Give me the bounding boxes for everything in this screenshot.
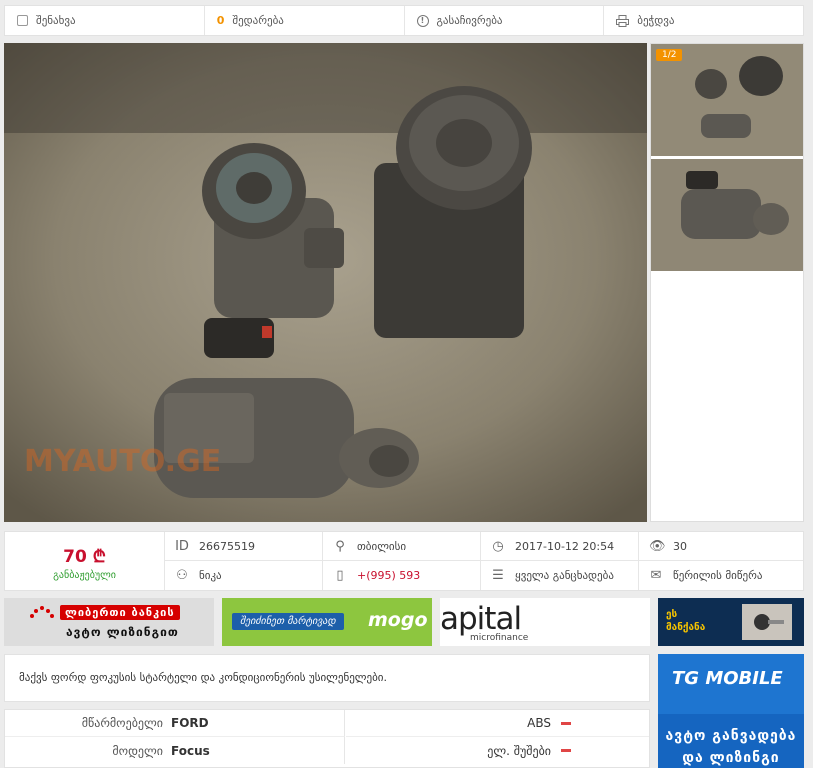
liberty-tag: ლიბერთი ბანკის	[60, 605, 180, 620]
thumbnail-2[interactable]	[651, 159, 803, 271]
post-date-value: 2017-10-12 20:54	[515, 539, 615, 553]
spec-manufacturer-value: FORD	[171, 716, 209, 730]
no-icon	[561, 721, 571, 725]
complain-label: გასაჩივრება	[436, 14, 503, 27]
compare-count: 0	[216, 14, 225, 27]
id-icon: ID	[175, 538, 189, 554]
save-checkbox[interactable]	[17, 15, 28, 26]
main-photo-image: MYAUTO.GE	[4, 43, 647, 522]
view-count: 👁 30	[639, 532, 803, 561]
spec-manufacturer: მწარმოებელი FORD	[5, 710, 345, 737]
send-message-link[interactable]: ✉ წერილის მიწერა	[639, 561, 803, 590]
spec-model-label: მოდელი	[112, 743, 163, 758]
all-listings-link[interactable]: ☰ ყველა განცხადება	[481, 561, 639, 590]
car-keys-icon	[742, 604, 792, 640]
print-label: ბეჭდვა	[637, 14, 675, 27]
seller: ⚇ ნიკა	[165, 561, 323, 590]
capital-banner[interactable]: apital microfinance	[440, 598, 650, 646]
main-photo[interactable]: MYAUTO.GE	[4, 43, 647, 522]
action-bar: შენახვა 0 შედარება ! გასაჩივრება ბეჭდვა	[4, 5, 804, 36]
envelope-icon: ✉	[650, 568, 662, 583]
phone-number: +(995) 593	[357, 569, 421, 582]
listing-id: ID 26675519	[165, 532, 323, 561]
watermark: MYAUTO.GE	[24, 444, 221, 479]
capital-logo: apital	[440, 601, 522, 637]
tg-mobile-banner[interactable]: TG MOBILE ავტო განვადება და ლიზინგი	[658, 654, 804, 768]
mobile-phone-icon: ▯	[336, 568, 344, 583]
listing-id-value: 26675519	[199, 539, 255, 553]
tg-header: TG MOBILE	[658, 654, 804, 714]
warning-icon: !	[416, 14, 429, 27]
car-promo-tag: ეს მანქანა	[666, 608, 705, 634]
liberty-bank-banner[interactable]: ლიბერთი ბანკის ავტო ლიზინგით	[4, 598, 214, 646]
car-promo-banner[interactable]: ეს მანქანა	[658, 598, 804, 646]
spec-abs: ABS	[346, 710, 649, 737]
view-count-value: 30	[673, 539, 687, 553]
specs-table: მწარმოებელი FORD მოდელი Focus ABS ელ. შუ…	[4, 709, 650, 768]
send-message-label: წერილის მიწერა	[673, 569, 763, 582]
price: 70 ₾	[63, 547, 106, 567]
customs-status: განბაჟებული	[53, 570, 116, 581]
mogo-logo: mogo	[368, 609, 428, 631]
list-icon: ☰	[492, 568, 504, 583]
save-label: შენახვა	[36, 14, 76, 27]
capital-sub: microfinance	[470, 633, 529, 643]
listing-description: მაქვს ფორდ ფოკუსის სტარტელი და კონდიციონ…	[4, 654, 650, 702]
tg-line-2: და ლიზინგი	[682, 750, 780, 766]
eye-icon: 👁	[649, 538, 666, 554]
printer-icon	[616, 14, 630, 27]
spec-model: მოდელი Focus	[5, 737, 345, 764]
thumbnail-strip: 1/2	[650, 43, 804, 522]
thumbnail-1[interactable]: 1/2	[651, 44, 803, 156]
spec-power-windows: ელ. შუშები	[346, 737, 649, 764]
all-listings-label: ყველა განცხადება	[515, 569, 614, 582]
user-icon: ⚇	[176, 568, 188, 583]
spec-manufacturer-label: მწარმოებელი	[81, 716, 163, 730]
car-promo-tag-1: ეს	[666, 609, 678, 620]
phone-button[interactable]: ▯ +(995) 593	[323, 561, 481, 590]
spec-model-value: Focus	[171, 743, 210, 758]
location: ⚲ თბილისი	[323, 532, 481, 561]
save-button[interactable]: შენახვა	[5, 6, 205, 35]
tg-line-1: ავტო განვადება	[665, 728, 797, 744]
photo-counter: 1/2	[656, 49, 683, 61]
compare-button[interactable]: 0 შედარება	[205, 6, 405, 35]
listing-info: 70 ₾ განბაჟებული ID 26675519 ⚲ თბილისი ◷…	[4, 531, 804, 591]
tg-logo: TG MOBILE	[672, 668, 783, 689]
no-icon	[561, 749, 571, 752]
compare-label: შედარება	[232, 14, 284, 27]
spec-power-windows-label: ელ. შუშები	[487, 743, 551, 758]
location-value: თბილისი	[357, 539, 407, 553]
liberty-line: ავტო ლიზინგით	[66, 625, 179, 639]
complain-button[interactable]: ! გასაჩივრება	[405, 6, 605, 35]
location-pin-icon: ⚲	[335, 538, 345, 554]
seller-name: ნიკა	[199, 569, 222, 582]
clock-icon: ◷	[492, 538, 504, 554]
mogo-tag: შეიძინეთ მარტივად	[232, 613, 344, 630]
car-promo-tag-2: მანქანა	[666, 622, 706, 633]
mogo-banner[interactable]: შეიძინეთ მარტივად mogo	[222, 598, 432, 646]
price-box: 70 ₾ განბაჟებული	[5, 532, 165, 590]
print-button[interactable]: ბეჭდვა	[604, 6, 803, 35]
spec-abs-label: ABS	[527, 716, 551, 730]
post-date: ◷ 2017-10-12 20:54	[481, 532, 639, 561]
